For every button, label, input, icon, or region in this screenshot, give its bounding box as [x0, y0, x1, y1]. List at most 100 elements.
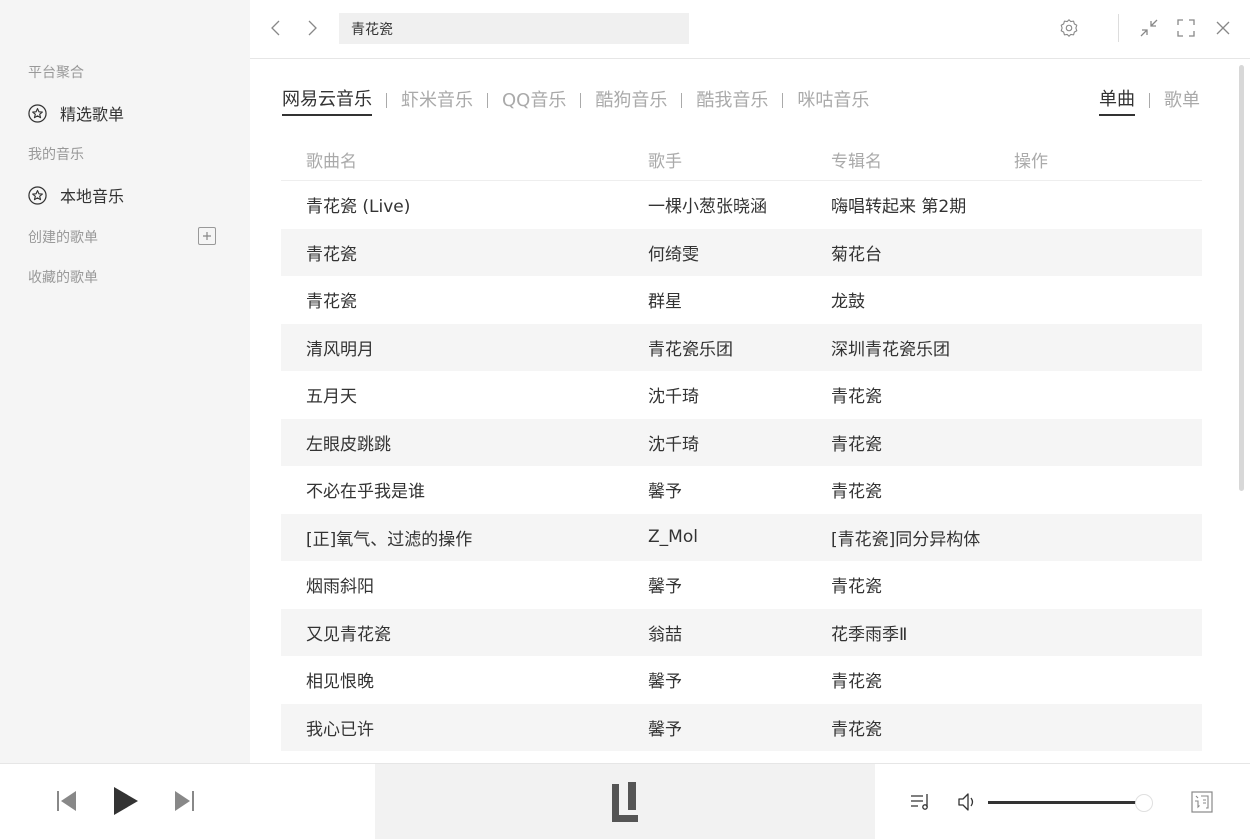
close-icon — [1216, 21, 1230, 35]
sidebar-section-my-music: 我的音乐 — [28, 147, 84, 163]
song-album: 龙鼓 — [831, 292, 865, 313]
song-artist: 青花瓷乐团 — [648, 339, 733, 360]
sidebar-section-created-playlists: 创建的歌单 — [28, 230, 98, 246]
song-artist: 馨予 — [648, 672, 682, 693]
tab-qq[interactable]: QQ音乐 — [502, 86, 566, 115]
table-row[interactable]: 青花瓷 (Live) 一棵小葱张晓涵 嗨唱转起来 第2期 — [281, 181, 1202, 229]
volume-button[interactable] — [957, 792, 979, 816]
song-table: 歌曲名 歌手 专辑名 操作 青花瓷 (Live) 一棵小葱张晓涵 嗨唱转起来 第2期… — [281, 139, 1202, 751]
column-header-artist: 歌手 — [648, 152, 682, 172]
volume-slider[interactable] — [988, 801, 1152, 804]
song-artist: Z_Mol — [648, 527, 698, 548]
song-title: 青花瓷 — [306, 292, 357, 313]
gear-icon — [1060, 19, 1078, 37]
table-row[interactable]: 又见青花瓷 翁喆 花季雨季Ⅱ — [281, 608, 1202, 656]
tab-netease[interactable]: 网易云音乐 — [282, 85, 372, 116]
search-input[interactable] — [339, 13, 689, 44]
column-header-title: 歌曲名 — [306, 152, 357, 172]
minimize-button[interactable] — [1138, 17, 1160, 39]
playlist-button[interactable] — [910, 792, 932, 816]
music-app: 平台聚合 精选歌单 我的音乐 本地音乐 创建的歌单 收藏的歌单 青花瓷 网易云音… — [0, 0, 1250, 839]
song-album: 嗨唱转起来 第2期 — [831, 197, 967, 218]
sidebar-item-label: 精选歌单 — [60, 105, 125, 124]
search-results: 网易云音乐 虾米音乐 QQ音乐 酷狗音乐 酷我音乐 咪咕音乐 单曲 歌单 歌曲名… — [250, 59, 1250, 763]
tab-playlists[interactable]: 歌单 — [1164, 86, 1200, 115]
top-bar — [250, 0, 1250, 59]
chevron-left-icon — [271, 20, 280, 36]
add-playlist-button[interactable] — [198, 227, 216, 245]
volume-slider-knob[interactable] — [1134, 794, 1153, 812]
tab-kugou[interactable]: 酷狗音乐 — [595, 86, 667, 115]
sidebar-item-local-music[interactable]: 本地音乐 — [28, 183, 124, 207]
table-row[interactable]: 左眼皮跳跳 沈千琦 青花瓷 — [281, 418, 1202, 466]
result-type-tabs: 单曲 歌单 — [1099, 85, 1200, 116]
fullscreen-button[interactable] — [1175, 17, 1197, 39]
song-album: 青花瓷 — [831, 577, 882, 598]
song-title: 清风明月 — [306, 339, 374, 360]
song-title: 烟雨斜阳 — [306, 577, 374, 598]
song-artist: 翁喆 — [648, 624, 682, 645]
forward-button[interactable] — [302, 18, 322, 38]
table-row[interactable]: 青花瓷 何绮雯 菊花台 — [281, 228, 1202, 276]
previous-button[interactable] — [56, 789, 78, 817]
tab-migu[interactable]: 咪咕音乐 — [797, 86, 869, 115]
table-row[interactable]: 青花瓷 群星 龙鼓 — [281, 276, 1202, 324]
toolbar-divider — [1118, 14, 1119, 42]
lyrics-icon — [1191, 791, 1213, 813]
tab-songs[interactable]: 单曲 — [1099, 85, 1135, 116]
song-album: [青花瓷]同分异构体 — [831, 529, 981, 550]
skip-previous-icon — [57, 791, 76, 811]
song-title: 相见恨晚 — [306, 672, 374, 693]
table-row[interactable]: 五月天 沈千琦 青花瓷 — [281, 371, 1202, 419]
table-body: 青花瓷 (Live) 一棵小葱张晓涵 嗨唱转起来 第2期青花瓷 何绮雯 菊花台青花瓷 群星… — [281, 181, 1202, 751]
shrink-icon — [1140, 19, 1158, 37]
tab-divider — [386, 93, 387, 108]
sidebar-section-collected-playlists: 收藏的歌单 — [28, 270, 98, 286]
song-artist: 一棵小葱张晓涵 — [648, 197, 767, 218]
tab-xiami[interactable]: 虾米音乐 — [401, 86, 473, 115]
skip-next-icon — [175, 791, 194, 811]
table-row[interactable]: [正]氧气、过滤的操作 Z_Mol [青花瓷]同分异构体 — [281, 513, 1202, 561]
song-album: 青花瓷 — [831, 434, 882, 455]
playlist-icon — [911, 794, 928, 810]
star-circle-icon — [28, 185, 47, 205]
lyrics-button[interactable] — [1191, 791, 1213, 817]
tab-divider — [681, 93, 683, 108]
player-bar — [0, 763, 1250, 839]
scrollbar-thumb[interactable] — [1239, 65, 1244, 491]
song-title: 不必在乎我是谁 — [306, 482, 425, 503]
close-button[interactable] — [1212, 17, 1234, 39]
column-header-actions: 操作 — [1014, 152, 1048, 172]
back-button[interactable] — [266, 18, 286, 38]
settings-button[interactable] — [1058, 17, 1080, 39]
tab-kuwo[interactable]: 酷我音乐 — [696, 86, 768, 115]
song-title: [正]氧气、过滤的操作 — [306, 529, 473, 550]
next-button[interactable] — [173, 789, 195, 817]
song-album: 深圳青花瓷乐团 — [831, 339, 950, 360]
column-header-album: 专辑名 — [831, 152, 882, 172]
sidebar-item-featured-playlists[interactable]: 精选歌单 — [28, 101, 124, 125]
song-title: 五月天 — [306, 387, 357, 408]
table-row[interactable]: 相见恨晚 馨予 青花瓷 — [281, 656, 1202, 704]
table-row[interactable]: 我心已许 馨予 青花瓷 — [281, 703, 1202, 751]
table-row[interactable]: 烟雨斜阳 馨予 青花瓷 — [281, 561, 1202, 609]
table-header: 歌曲名 歌手 专辑名 操作 — [281, 139, 1202, 181]
song-title: 青花瓷 (Live) — [306, 197, 411, 218]
now-playing-area[interactable] — [375, 764, 875, 839]
fullscreen-icon — [1177, 19, 1195, 37]
sidebar-item-label: 本地音乐 — [60, 187, 125, 206]
table-row[interactable]: 清风明月 青花瓷乐团 深圳青花瓷乐团 — [281, 323, 1202, 371]
song-album: 青花瓷 — [831, 482, 882, 503]
song-album: 花季雨季Ⅱ — [831, 624, 908, 645]
sidebar-section-platform: 平台聚合 — [28, 65, 84, 81]
tab-divider — [580, 93, 582, 108]
song-artist: 群星 — [648, 292, 682, 313]
song-album: 菊花台 — [831, 244, 882, 265]
play-button[interactable] — [112, 785, 140, 821]
tab-divider — [782, 93, 784, 108]
song-album: 青花瓷 — [831, 719, 882, 740]
chevron-right-icon — [308, 20, 317, 36]
song-artist: 馨予 — [648, 577, 682, 598]
table-row[interactable]: 不必在乎我是谁 馨予 青花瓷 — [281, 466, 1202, 514]
play-icon — [114, 787, 138, 815]
